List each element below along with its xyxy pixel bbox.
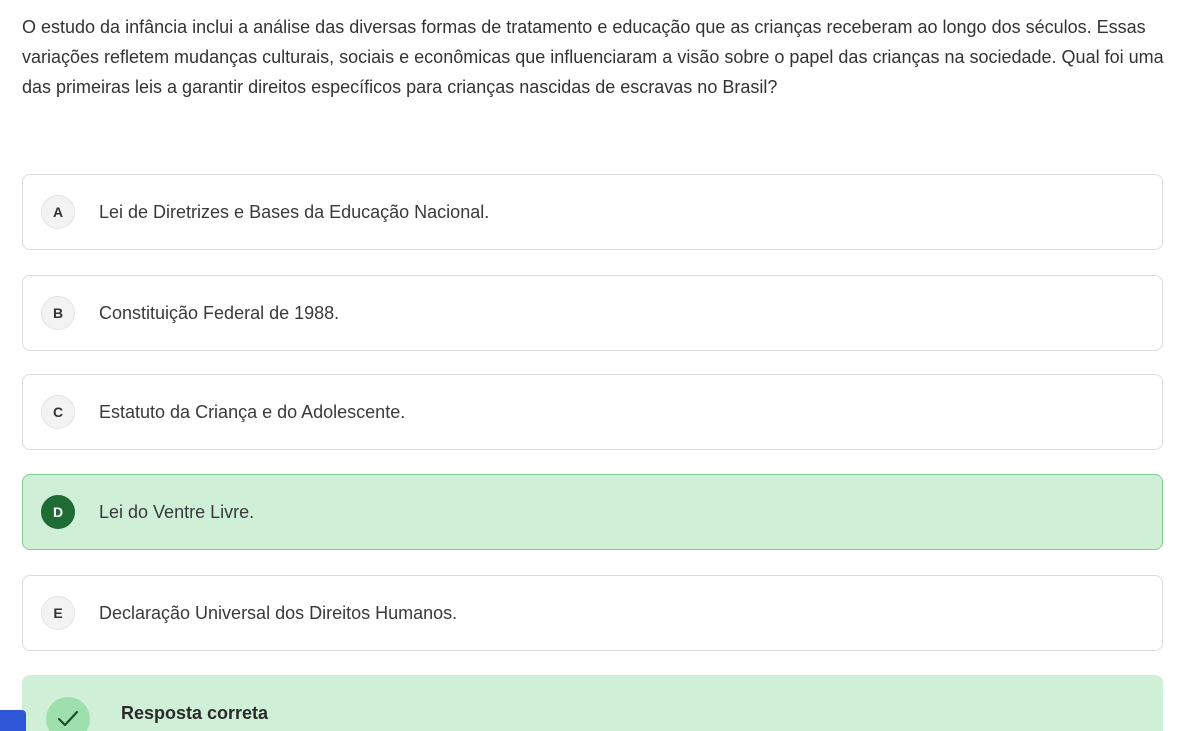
option-e[interactable]: E Declaração Universal dos Direitos Huma… [22,575,1163,651]
question-text: O estudo da infância inclui a análise da… [22,17,1164,97]
option-d[interactable]: D Lei do Ventre Livre. [22,474,1163,550]
option-letter-badge: C [41,395,75,429]
check-icon [46,697,90,731]
option-label: Declaração Universal dos Direitos Humano… [99,602,458,623]
option-b[interactable]: B Constituição Federal de 1988. [22,275,1163,351]
option-letter-badge: A [41,195,75,229]
side-tab-button[interactable] [0,710,26,731]
feedback-panel: Resposta correta [22,675,1163,731]
option-label: Constituição Federal de 1988. [99,302,340,323]
feedback-title: Resposta correta [121,703,269,723]
option-label: Estatuto da Criança e do Adolescente. [99,401,406,422]
option-letter-badge: B [41,296,75,330]
option-label: Lei do Ventre Livre. [99,501,255,522]
option-letter-badge: E [41,596,75,630]
option-c[interactable]: C Estatuto da Criança e do Adolescente. [22,374,1163,450]
option-a[interactable]: A Lei de Diretrizes e Bases da Educação … [22,174,1163,250]
option-letter-badge: D [41,495,75,529]
option-label: Lei de Diretrizes e Bases da Educação Na… [99,201,490,222]
quiz-page: O estudo da infância inclui a análise da… [0,0,1185,731]
